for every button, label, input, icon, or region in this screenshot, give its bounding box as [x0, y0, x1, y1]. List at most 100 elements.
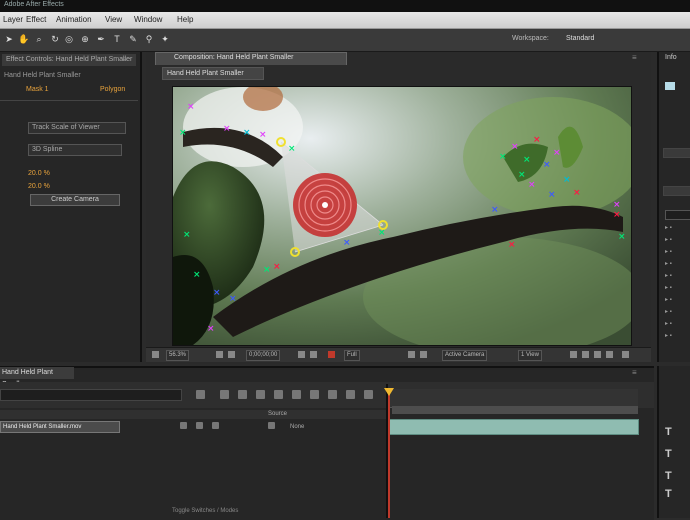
- effects-list-item[interactable]: ▸ ▪: [665, 260, 672, 267]
- motion-blur-icon[interactable]: [292, 390, 301, 399]
- pen-tool-icon[interactable]: ✒: [96, 34, 106, 44]
- preview-tab[interactable]: [663, 148, 690, 158]
- spline-dropdown[interactable]: 3D Spline: [28, 144, 122, 156]
- percent-value-2[interactable]: 20.0 %: [28, 183, 50, 190]
- hide-shy-layers-icon[interactable]: [256, 390, 265, 399]
- effects-list-item[interactable]: ▸ ▪: [665, 224, 672, 231]
- parent-pickwhip-icon[interactable]: [268, 422, 275, 429]
- timeline-search-input[interactable]: [0, 389, 182, 401]
- mask-value[interactable]: Mask 1: [26, 86, 49, 93]
- effects-list-item[interactable]: ▸ ▪: [665, 296, 672, 303]
- menu-effect[interactable]: Effect: [26, 15, 46, 24]
- fast-preview-icon[interactable]: [582, 351, 589, 358]
- pan-behind-tool-icon[interactable]: ⊕: [80, 34, 90, 44]
- menu-view[interactable]: View: [105, 15, 122, 24]
- composition-viewer[interactable]: × × × × × × × × × × × × × × × × × × × ×: [172, 86, 632, 346]
- graph-editor-icon[interactable]: [346, 390, 355, 399]
- timeline-toggle-icon[interactable]: [594, 351, 601, 358]
- target-icon[interactable]: [293, 173, 357, 237]
- effects-list-item[interactable]: ▸ ▪: [665, 332, 672, 339]
- zoom-tool-icon[interactable]: ⌕: [34, 34, 44, 44]
- panel-menu-icon[interactable]: ≡: [122, 55, 127, 64]
- grid-icon[interactable]: [228, 351, 235, 358]
- info-panel: Info ▸ ▪ ▸ ▪ ▸ ▪ ▸ ▪ ▸ ▪ ▸ ▪ ▸ ▪ ▸ ▪ ▸ ▪…: [657, 52, 690, 362]
- svg-text:×: ×: [548, 190, 556, 200]
- rotate-tool-icon[interactable]: ↻: [50, 34, 60, 44]
- effect-controls-tab[interactable]: Effect Controls: Hand Held Plant Smaller: [2, 54, 137, 66]
- comp-panel-menu-icon[interactable]: ≡: [632, 53, 637, 62]
- composition-tab[interactable]: Composition: Hand Held Plant Smaller: [155, 52, 347, 65]
- work-area-bar[interactable]: [392, 406, 638, 414]
- info-tab[interactable]: Info: [665, 54, 677, 61]
- type-align-icon[interactable]: T: [665, 470, 672, 482]
- layer-row[interactable]: Hand Held Plant Smaller.mov: [0, 421, 120, 433]
- parent-dropdown[interactable]: None: [290, 424, 304, 430]
- type-tool-icon[interactable]: T: [112, 34, 122, 44]
- snapshot-icon[interactable]: [298, 351, 305, 358]
- view-layout-dropdown[interactable]: 1 View: [518, 350, 542, 361]
- frame-blending-icon[interactable]: [274, 390, 283, 399]
- type-tracking-icon[interactable]: T: [665, 488, 672, 500]
- switch-icon[interactable]: [180, 422, 187, 429]
- camera-tool-icon[interactable]: ◎: [64, 34, 74, 44]
- stamp-tool-icon[interactable]: ⚲: [144, 34, 154, 44]
- timeline-tab[interactable]: Hand Held Plant Smaller: [0, 367, 74, 388]
- workspace-label: Workspace:: [512, 35, 549, 42]
- effects-list-item[interactable]: ▸ ▪: [665, 236, 672, 243]
- effects-list-item[interactable]: ▸ ▪: [665, 272, 672, 279]
- menu-window[interactable]: Window: [134, 15, 162, 24]
- effects-search-input[interactable]: [665, 210, 690, 220]
- layer-duration-bar[interactable]: [389, 419, 639, 435]
- effects-list-item[interactable]: ▸ ▪: [665, 320, 672, 327]
- workspace-dropdown[interactable]: Standard: [566, 35, 594, 42]
- type-icon[interactable]: T: [665, 426, 672, 438]
- puppet-tool-icon[interactable]: ✦: [160, 34, 170, 44]
- switch-icon[interactable]: [212, 422, 219, 429]
- hand-tool-icon[interactable]: ✋: [18, 34, 29, 44]
- comp-flowchart-icon[interactable]: [606, 351, 613, 358]
- auto-keyframe-icon[interactable]: [328, 390, 337, 399]
- timeline-menu-icon[interactable]: ≡: [632, 368, 637, 377]
- safe-zones-icon[interactable]: [216, 351, 223, 358]
- svg-text:×: ×: [491, 205, 499, 215]
- comp-mini-flowchart-icon[interactable]: [196, 390, 205, 399]
- create-camera-button[interactable]: Create Camera: [30, 194, 120, 206]
- exposure-reset-icon[interactable]: [622, 351, 629, 358]
- effects-list-item[interactable]: ▸ ▪: [665, 308, 672, 315]
- show-snapshot-icon[interactable]: [310, 351, 317, 358]
- toggle-switches-modes-button[interactable]: Toggle Switches / Modes: [172, 508, 238, 514]
- current-time-indicator[interactable]: [388, 390, 390, 518]
- brush-tool-icon[interactable]: ✎: [128, 34, 138, 44]
- brainstorm-icon[interactable]: [310, 390, 319, 399]
- track-scale-dropdown[interactable]: Track Scale of Viewer: [28, 122, 126, 134]
- camera-dropdown[interactable]: Active Camera: [442, 350, 488, 361]
- percent-value-1[interactable]: 20.0 %: [28, 170, 50, 177]
- svg-text:×: ×: [613, 200, 621, 210]
- vertical-type-icon[interactable]: T: [665, 448, 672, 460]
- switch-icon[interactable]: [196, 422, 203, 429]
- menu-help[interactable]: Help: [177, 15, 193, 24]
- menu-layer[interactable]: Layer: [3, 15, 23, 24]
- svg-text:×: ×: [573, 188, 581, 198]
- render-queue-icon[interactable]: [364, 390, 373, 399]
- channel-icon[interactable]: [328, 351, 335, 358]
- svg-text:×: ×: [543, 160, 551, 170]
- shape-value[interactable]: Polygon: [100, 86, 125, 93]
- draft-3d-icon[interactable]: [238, 390, 247, 399]
- timecode-display[interactable]: 0;00;00;00: [246, 350, 281, 361]
- effects-list-item[interactable]: ▸ ▪: [665, 248, 672, 255]
- resolution-dropdown[interactable]: Full: [344, 350, 360, 361]
- zoom-dropdown[interactable]: 56.3%: [166, 350, 190, 361]
- selection-tool-icon[interactable]: ➤: [4, 34, 14, 44]
- menu-animation[interactable]: Animation: [56, 15, 92, 24]
- divider: [0, 100, 138, 101]
- composition-sub-tab[interactable]: Hand Held Plant Smaller: [162, 67, 264, 80]
- region-of-interest-icon[interactable]: [408, 351, 415, 358]
- toggle-pixel-aspect-icon[interactable]: [570, 351, 577, 358]
- live-update-icon[interactable]: [220, 390, 229, 399]
- transparency-grid-icon[interactable]: [420, 351, 427, 358]
- always-preview-icon[interactable]: [152, 351, 159, 358]
- effects-list-item[interactable]: ▸ ▪: [665, 284, 672, 291]
- effects-presets-tab[interactable]: [663, 186, 690, 196]
- svg-text:×: ×: [533, 135, 541, 145]
